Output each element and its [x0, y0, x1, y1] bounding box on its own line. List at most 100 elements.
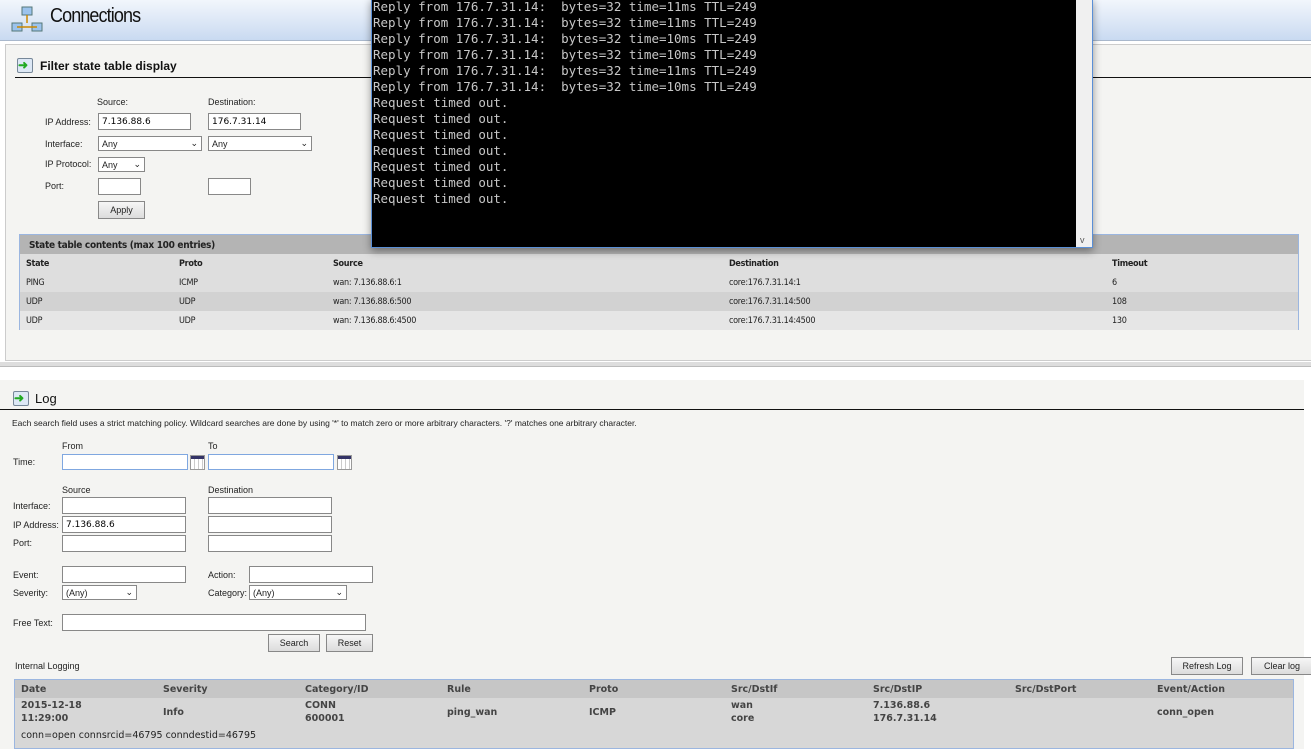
cell: PING	[26, 278, 45, 288]
col-source: Source	[333, 259, 363, 269]
calendar-icon[interactable]	[190, 455, 205, 470]
col-event: Event/Action	[1157, 684, 1225, 695]
col-srcdstip: Src/DstIP	[873, 684, 923, 695]
selected-value: Any	[102, 159, 118, 170]
log-date: 2015-12-18	[21, 700, 82, 711]
selected-value: Any	[212, 138, 228, 149]
log-source-ip-input[interactable]	[62, 516, 186, 533]
ip-address-label: IP Address:	[45, 117, 91, 127]
console-line: Request timed out.	[373, 95, 509, 110]
refresh-log-button[interactable]: Refresh Log	[1171, 657, 1243, 675]
console-scrollbar[interactable]: v	[1076, 0, 1092, 247]
cell: ICMP	[179, 278, 198, 288]
action-label: Action:	[208, 570, 236, 580]
cell: 6	[1112, 278, 1117, 288]
destination-interface-select[interactable]: Any ⌄	[208, 136, 312, 151]
log-category: CONN	[305, 700, 336, 711]
event-input[interactable]	[62, 566, 186, 583]
selected-value: (Any)	[253, 587, 275, 598]
log-source-port-input[interactable]	[62, 535, 186, 552]
destination-header: Destination	[208, 485, 254, 495]
cell: 130	[1112, 316, 1127, 326]
console-line: Request timed out.	[373, 143, 509, 158]
port-label: Port:	[13, 538, 33, 548]
log-id: 600001	[305, 713, 345, 724]
interface-label: Interface:	[45, 139, 83, 149]
log-dst-if: core	[731, 713, 755, 724]
log-description: Each search field uses a strict matching…	[12, 418, 637, 428]
calendar-icon[interactable]	[337, 455, 352, 470]
log-section-title: Log	[35, 391, 57, 406]
table-row: PING ICMP wan: 7.136.88.6:1 core:176.7.31.1…	[20, 273, 1298, 292]
source-interface-select[interactable]: Any ⌄	[98, 136, 202, 151]
search-button[interactable]: Search	[268, 634, 320, 652]
clear-log-button[interactable]: Clear log	[1251, 657, 1311, 675]
log-destination-ip-input[interactable]	[208, 516, 332, 533]
log-table: Date Severity Category/ID Rule Proto Src…	[14, 679, 1294, 749]
destination-header: Destination:	[208, 97, 256, 107]
category-label: Category:	[208, 588, 248, 598]
chevron-down-icon: ⌄	[335, 587, 343, 597]
free-text-input[interactable]	[62, 614, 366, 631]
col-rule: Rule	[447, 684, 471, 695]
log-event: conn_open	[1157, 707, 1214, 718]
cell: wan: 7.136.88.6:1	[333, 278, 402, 288]
ping-console-window[interactable]: Reply from 176.7.31.14: bytes=32 time=11…	[371, 0, 1093, 248]
cell: UDP	[179, 316, 196, 326]
col-category: Category/ID	[305, 684, 369, 695]
ip-protocol-select[interactable]: Any ⌄	[98, 157, 145, 172]
selected-value: Any	[102, 138, 118, 149]
chevron-down-icon: ⌄	[133, 159, 141, 169]
console-line: Reply from 176.7.31.14: bytes=32 time=11…	[373, 0, 757, 14]
console-line: Reply from 176.7.31.14: bytes=32 time=10…	[373, 31, 757, 46]
col-severity: Severity	[163, 684, 208, 695]
chevron-down-icon: ⌄	[300, 138, 308, 148]
cell: core:176.7.31.14:1	[729, 278, 801, 288]
col-proto: Proto	[179, 259, 203, 269]
col-srcdstif: Src/DstIf	[731, 684, 778, 695]
log-details: conn=open connsrcid=46795 conndestid=467…	[21, 730, 257, 741]
cell: UDP	[179, 297, 196, 307]
log-section-icon: ➜	[13, 391, 29, 406]
log-time: 11:29:00	[21, 713, 69, 724]
cell: wan: 7.136.88.6:500	[333, 297, 412, 307]
ip-protocol-label: IP Protocol:	[45, 159, 92, 169]
apply-button[interactable]: Apply	[98, 201, 145, 219]
source-ip-input[interactable]	[98, 113, 191, 130]
console-line: Reply from 176.7.31.14: bytes=32 time=11…	[373, 15, 757, 30]
log-proto: ICMP	[589, 707, 616, 718]
log-destination-interface-input[interactable]	[208, 497, 332, 514]
free-text-label: Free Text:	[13, 618, 53, 628]
chevron-down-icon: ⌄	[190, 138, 198, 148]
severity-label: Severity:	[13, 588, 49, 598]
internal-logging-label: Internal Logging	[15, 661, 80, 671]
reset-button[interactable]: Reset	[326, 634, 373, 652]
destination-ip-input[interactable]	[208, 113, 301, 130]
cell: core:176.7.31.14:500	[729, 297, 811, 307]
to-label: To	[208, 441, 218, 451]
col-timeout: Timeout	[1112, 259, 1148, 269]
table-row: UDP UDP wan: 7.136.88.6:4500 core:176.7.31.…	[20, 311, 1298, 330]
source-header: Source:	[97, 97, 129, 107]
destination-port-input[interactable]	[208, 178, 251, 195]
time-from-input[interactable]	[62, 454, 188, 470]
filter-section-icon: ➜	[17, 58, 33, 73]
port-label: Port:	[45, 181, 65, 191]
severity-select[interactable]: (Any) ⌄	[62, 585, 137, 600]
col-proto: Proto	[589, 684, 619, 695]
filter-section-title: Filter state table display	[40, 59, 177, 73]
action-input[interactable]	[249, 566, 373, 583]
category-select[interactable]: (Any) ⌄	[249, 585, 347, 600]
scroll-down-icon[interactable]: v	[1080, 235, 1085, 245]
source-port-input[interactable]	[98, 178, 141, 195]
network-icon	[11, 6, 43, 32]
console-line: Request timed out.	[373, 127, 509, 142]
log-source-interface-input[interactable]	[62, 497, 186, 514]
log-destination-port-input[interactable]	[208, 535, 332, 552]
time-to-input[interactable]	[208, 454, 334, 470]
cell: 108	[1112, 297, 1127, 307]
log-dst-ip: 176.7.31.14	[873, 713, 937, 724]
console-line: Reply from 176.7.31.14: bytes=32 time=10…	[373, 79, 757, 94]
log-src-ip: 7.136.88.6	[873, 700, 931, 711]
console-line: Reply from 176.7.31.14: bytes=32 time=11…	[373, 63, 757, 78]
